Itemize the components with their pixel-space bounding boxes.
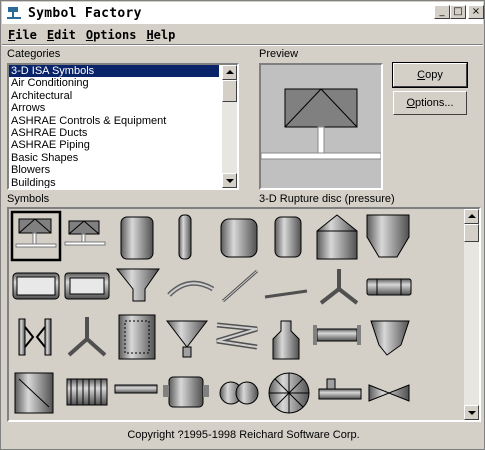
category-item[interactable]: Basic Shapes [9,152,237,164]
symbol-trough-icon[interactable] [64,272,110,300]
category-item[interactable]: Blowers [9,164,237,176]
symbol-y-junction-icon[interactable] [319,269,359,305]
minimize-button[interactable]: _ [434,5,450,19]
symbol-filter-icon[interactable] [118,314,156,360]
preview-label: Preview [259,48,299,60]
arrow-up-icon [226,70,234,74]
copy-button[interactable]: Copy [392,62,468,88]
symbol-vertical-tank-icon[interactable] [120,216,154,260]
category-item[interactable]: Arrows [9,102,237,114]
symbols-scrollbar[interactable] [464,209,479,420]
symbol-pipe-segment-icon[interactable] [366,278,412,296]
arrow-up-icon [468,214,476,218]
categories-list: 3-D ISA Symbols Air Conditioning Architect… [9,65,237,188]
symbol-factory-app-icon [7,7,21,19]
symbol-rupture-disc-vacuum-icon[interactable] [64,220,106,246]
symbol-small-drum-icon[interactable] [274,216,302,258]
arrow-down-icon [226,179,234,183]
symbol-tee-junction-icon[interactable] [67,317,107,357]
preview-caption: 3-D Rupture disc (pressure) [259,193,395,205]
symbol-coil-icon[interactable] [66,378,108,406]
symbol-valve-funnel-icon[interactable] [165,320,209,358]
categories-listbox[interactable]: 3-D ISA Symbols Air Conditioning Architect… [7,63,239,190]
menu-file[interactable]: File [8,28,37,42]
maximize-button[interactable]: □ [450,5,466,19]
category-item[interactable]: ASHRAE Piping [9,139,237,151]
category-item[interactable]: 3-D ISA Symbols [9,65,219,78]
symbol-funnel-hopper-icon[interactable] [115,268,160,302]
symbols-gallery [7,207,481,422]
symbols-label: Symbols [7,193,50,205]
symbols-grid [10,210,412,414]
menu-edit[interactable]: Edit [47,28,76,42]
symbol-hopper-icon[interactable] [366,214,410,258]
symbol-narrow-column-icon[interactable] [178,214,192,260]
symbol-conveyor-icon[interactable] [318,378,362,400]
symbol-bottle-icon[interactable] [272,320,300,360]
category-item[interactable]: Buildings [9,177,237,188]
menu-separator [2,44,483,46]
scroll-up-button[interactable] [222,65,237,80]
categories-label: Categories [7,48,61,60]
menu-bar: File Edit Options Help [2,26,483,44]
symbol-mixer-icon[interactable] [18,318,52,356]
symbols-scroll-up-button[interactable] [464,209,479,224]
arrow-down-icon [468,411,476,415]
scroll-down-button[interactable] [222,173,237,188]
symbols-scroll-thumb[interactable] [464,224,479,242]
window-title: Symbol Factory [28,5,142,21]
main-window: Symbol Factory _ □ × File Edit Options H… [0,0,485,450]
symbol-pump-icon[interactable] [163,376,209,408]
options-button[interactable]: Options... [393,91,467,115]
categories-scrollbar[interactable] [222,65,237,188]
symbol-long-pipe-icon[interactable] [114,384,158,394]
copyright-text: Copyright ?1995-1998 Reichard Software C… [127,429,360,441]
symbol-roller-icon[interactable] [219,381,259,405]
rupture-disc-preview-icon [260,88,382,160]
symbol-flanged-pipe-icon[interactable] [313,325,361,345]
symbol-rupture-disc-pressure-icon[interactable] [10,210,62,262]
preview-panel [259,63,383,190]
symbol-valve-with-hopper-icon[interactable] [370,320,410,356]
menu-options[interactable]: Options [86,28,137,42]
category-item[interactable]: Architectural [9,90,237,102]
symbol-bowtie-icon[interactable] [368,384,410,402]
symbol-heat-exchanger-icon[interactable] [14,372,54,414]
symbol-drum-icon[interactable] [220,218,258,258]
symbol-bent-pipe-icon[interactable] [167,280,215,297]
symbol-twisted-pipe-icon[interactable] [216,322,258,350]
title-bar[interactable]: Symbol Factory _ □ × [2,2,484,24]
category-item[interactable]: Air Conditioning [9,77,237,89]
symbol-rotary-drum-icon[interactable] [268,372,310,414]
category-item[interactable]: ASHRAE Ducts [9,127,237,139]
menu-help[interactable]: Help [146,28,175,42]
symbol-short-pipe-icon[interactable] [264,289,308,299]
symbol-horizontal-tank-icon[interactable] [12,272,60,300]
symbols-scroll-down-button[interactable] [464,405,479,420]
category-item[interactable]: ASHRAE Controls & Equipment [9,115,237,127]
symbol-diagonal-pipe-icon[interactable] [222,269,258,303]
symbol-cone-roof-tank-icon[interactable] [316,214,358,260]
scroll-thumb[interactable] [222,80,237,102]
close-button[interactable]: × [468,5,484,19]
